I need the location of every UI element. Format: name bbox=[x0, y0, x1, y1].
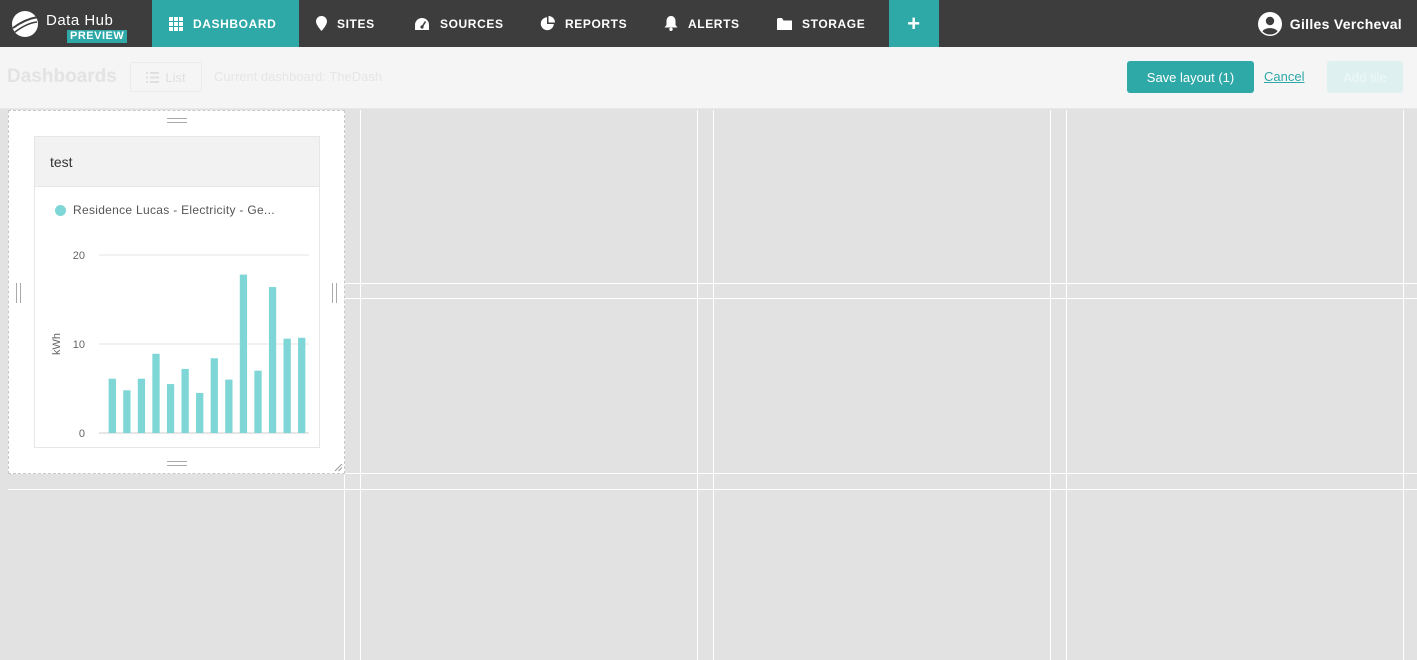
top-nav: Data Hub PREVIEW DASHBOARD SITES SOURCES… bbox=[0, 0, 1417, 47]
bar-chart: 01020kWh14. Jun21. Jun bbox=[51, 250, 309, 440]
plus-icon: + bbox=[907, 10, 921, 36]
nav-storage[interactable]: STORAGE bbox=[777, 0, 865, 47]
gauge-icon bbox=[415, 17, 429, 30]
chart-legend[interactable]: Residence Lucas - Electricity - Ge... bbox=[55, 203, 275, 217]
nav-reports-label: REPORTS bbox=[565, 16, 628, 31]
current-dashboard-label: Current dashboard: TheDash bbox=[214, 69, 383, 84]
chart-bar bbox=[298, 337, 306, 433]
legend-label: Residence Lucas - Electricity - Ge... bbox=[73, 203, 275, 217]
tile-title: test bbox=[35, 137, 319, 187]
chart-bar bbox=[239, 274, 248, 433]
drag-handle-bottom[interactable] bbox=[167, 461, 187, 466]
nav-sites-label: SITES bbox=[337, 16, 375, 31]
legend-marker bbox=[55, 204, 66, 216]
drag-handle-top[interactable] bbox=[167, 118, 187, 123]
y-tick-label: 0 bbox=[79, 428, 85, 440]
chart-bar bbox=[283, 338, 291, 433]
grid-line bbox=[1403, 110, 1404, 660]
nav-sites[interactable]: SITES bbox=[316, 0, 375, 47]
grid-line bbox=[697, 110, 698, 660]
y-tick-label: 10 bbox=[73, 339, 85, 351]
list-icon bbox=[146, 71, 160, 83]
user-avatar-icon bbox=[1257, 11, 1282, 36]
grid-line bbox=[360, 110, 361, 660]
tile-edit-frame[interactable]: test Residence Lucas - Electricity - Ge.… bbox=[8, 110, 345, 474]
nav-sources[interactable]: SOURCES bbox=[414, 0, 504, 47]
chart-bar bbox=[210, 358, 218, 433]
preview-badge: PREVIEW bbox=[67, 30, 128, 43]
map-pin-icon bbox=[316, 16, 327, 31]
resize-handle-left[interactable] bbox=[16, 283, 21, 303]
user-name: Gilles Vercheval bbox=[1289, 15, 1402, 32]
brand-name: Data Hub bbox=[46, 12, 114, 29]
nav-dashboard[interactable]: DASHBOARD bbox=[152, 0, 299, 47]
cancel-link[interactable]: Cancel bbox=[1264, 69, 1304, 84]
chart-bar bbox=[137, 378, 146, 433]
add-button[interactable]: + bbox=[889, 0, 939, 47]
nav-alerts[interactable]: ALERTS bbox=[664, 0, 740, 47]
chart-bar bbox=[254, 370, 262, 433]
nav-alerts-label: ALERTS bbox=[688, 16, 740, 31]
pie-chart-icon bbox=[540, 16, 555, 31]
grid-icon bbox=[169, 16, 183, 31]
dashboard-toolbar: Dashboards List Current dashboard: TheDa… bbox=[0, 47, 1417, 109]
globe-logo-icon bbox=[12, 11, 39, 37]
chart-bar bbox=[123, 390, 131, 433]
grid-line bbox=[1066, 110, 1067, 660]
page-title: Dashboards bbox=[7, 66, 117, 87]
chart-bar bbox=[166, 384, 175, 433]
list-button-label: List bbox=[165, 69, 186, 85]
chart-bar bbox=[196, 392, 204, 433]
bell-icon bbox=[664, 16, 678, 31]
nav-storage-label: STORAGE bbox=[802, 16, 866, 31]
chart-bar bbox=[108, 378, 116, 433]
folder-icon bbox=[777, 17, 792, 30]
chart-bar bbox=[225, 379, 233, 433]
add-tile-button[interactable]: Add tile bbox=[1327, 61, 1403, 93]
grid-line bbox=[8, 489, 1417, 490]
chart-bar bbox=[268, 287, 277, 433]
nav-dashboard-label: DASHBOARD bbox=[193, 16, 277, 31]
chart-tile: test Residence Lucas - Electricity - Ge.… bbox=[34, 136, 320, 448]
resize-handle-right[interactable] bbox=[332, 283, 337, 303]
nav-sources-label: SOURCES bbox=[440, 16, 504, 31]
y-tick-label: 20 bbox=[73, 250, 85, 262]
grid-line bbox=[1050, 110, 1051, 660]
grid-line bbox=[713, 110, 714, 660]
chart-bar bbox=[181, 368, 189, 433]
save-layout-button[interactable]: Save layout (1) bbox=[1127, 61, 1254, 93]
list-button[interactable]: List bbox=[130, 62, 202, 92]
brand-logo[interactable]: Data Hub PREVIEW bbox=[10, 8, 140, 44]
user-menu[interactable]: Gilles Vercheval bbox=[1257, 0, 1402, 47]
nav-reports[interactable]: REPORTS bbox=[540, 0, 627, 47]
resize-corner-icon[interactable] bbox=[334, 463, 343, 472]
chart-bar bbox=[152, 353, 160, 433]
y-axis-label: kWh bbox=[51, 333, 63, 355]
